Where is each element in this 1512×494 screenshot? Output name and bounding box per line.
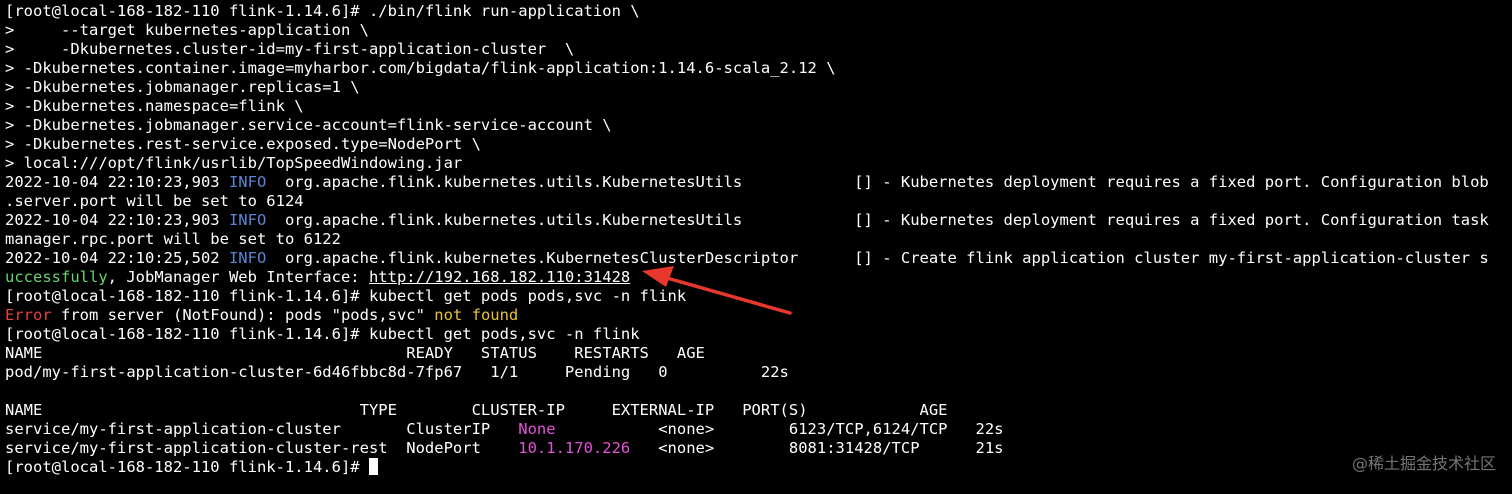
terminal-line: > --target kubernetes-application \ xyxy=(5,21,1512,40)
watermark: @稀土掘金技术社区 xyxy=(1351,454,1496,473)
terminal-line: [root@local-168-182-110 flink-1.14.6]# k… xyxy=(5,325,1512,344)
terminal-text: org.apache.flink.kubernetes.KubernetesCl… xyxy=(266,249,1489,267)
terminal-line: 2022-10-04 22:10:25,502 INFO org.apache.… xyxy=(5,249,1512,268)
terminal-text: [root@local-168-182-110 flink-1.14.6]# .… xyxy=(5,2,640,20)
terminal-text: INFO xyxy=(228,249,267,267)
terminal-text: from server (NotFound): pods "pods,svc" xyxy=(51,306,435,324)
terminal-line: [root@local-168-182-110 flink-1.14.6]# k… xyxy=(5,287,1512,306)
terminal-text: org.apache.flink.kubernetes.utils.Kubern… xyxy=(266,211,1489,229)
terminal-line: 2022-10-04 22:10:23,903 INFO org.apache.… xyxy=(5,211,1512,230)
terminal-line: uccessfully, JobManager Web Interface: h… xyxy=(5,268,1512,287)
terminal-line: NAME READY STATUS RESTARTS AGE xyxy=(5,344,1512,363)
terminal-text: [root@local-168-182-110 flink-1.14.6]# k… xyxy=(5,325,640,343)
terminal-text: service/my-first-application-cluster-res… xyxy=(5,439,519,457)
terminal-line: NAME TYPE CLUSTER-IP EXTERNAL-IP PORT(S)… xyxy=(5,401,1512,420)
terminal-text: INFO xyxy=(228,211,267,229)
terminal-line: service/my-first-application-cluster-res… xyxy=(5,439,1512,458)
terminal-window[interactable]: [root@local-168-182-110 flink-1.14.6]# .… xyxy=(5,2,1512,492)
terminal-text: 10.1.170.226 xyxy=(518,439,631,457)
terminal-text: 2022-10-04 22:10:23,903 xyxy=(5,211,229,229)
terminal-line: pod/my-first-application-cluster-6d46fbb… xyxy=(5,363,1512,382)
terminal-line: [root@local-168-182-110 flink-1.14.6]# xyxy=(5,458,1512,477)
terminal-text: 2022-10-04 22:10:25,502 xyxy=(5,249,229,267)
terminal-line: > -Dkubernetes.jobmanager.replicas=1 \ xyxy=(5,78,1512,97)
terminal-text: <none> 8081:31428/TCP 21s xyxy=(630,439,1004,457)
terminal-text: > -Dkubernetes.jobmanager.service-accoun… xyxy=(5,116,612,134)
terminal-text: > -Dkubernetes.cluster-id=my-first-appli… xyxy=(5,40,575,58)
terminal-text: NAME TYPE CLUSTER-IP EXTERNAL-IP PORT(S)… xyxy=(5,401,948,419)
terminal-text: service/my-first-application-cluster Clu… xyxy=(5,420,519,438)
terminal-text: org.apache.flink.kubernetes.utils.Kubern… xyxy=(266,173,1489,191)
terminal-text: None xyxy=(518,420,556,438)
terminal-text: > --target kubernetes-application \ xyxy=(5,21,369,39)
terminal-text: NAME READY STATUS RESTARTS AGE xyxy=(5,344,705,362)
terminal-text: pod/my-first-application-cluster-6d46fbb… xyxy=(5,363,789,381)
terminal-text: > -Dkubernetes.jobmanager.replicas=1 \ xyxy=(5,78,360,96)
web-interface-link[interactable]: http://192.168.182.110:31428 xyxy=(369,268,630,286)
terminal-line: > -Dkubernetes.namespace=flink \ xyxy=(5,97,1512,116)
terminal-text: INFO xyxy=(228,173,267,191)
terminal-text: , JobManager Web Interface: xyxy=(107,268,369,286)
terminal-text: not found xyxy=(434,306,519,324)
terminal-line: Error from server (NotFound): pods "pods… xyxy=(5,306,1512,325)
terminal-line: > local:///opt/flink/usrlib/TopSpeedWind… xyxy=(5,154,1512,173)
terminal-line: 2022-10-04 22:10:23,903 INFO org.apache.… xyxy=(5,173,1512,192)
terminal-line: > -Dkubernetes.container.image=myharbor.… xyxy=(5,59,1512,78)
terminal-text: 2022-10-04 22:10:23,903 xyxy=(5,173,229,191)
terminal-line: > -Dkubernetes.cluster-id=my-first-appli… xyxy=(5,40,1512,59)
terminal-text: [root@local-168-182-110 flink-1.14.6]# k… xyxy=(5,287,687,305)
terminal-line: > -Dkubernetes.jobmanager.service-accoun… xyxy=(5,116,1512,135)
terminal-text: Error xyxy=(5,306,52,324)
terminal-text: > local:///opt/flink/usrlib/TopSpeedWind… xyxy=(5,154,463,172)
terminal-line: service/my-first-application-cluster Clu… xyxy=(5,420,1512,439)
terminal-text: [root@local-168-182-110 flink-1.14.6]# xyxy=(5,458,369,476)
terminal-text: > -Dkubernetes.namespace=flink \ xyxy=(5,97,304,115)
cursor[interactable] xyxy=(368,458,378,475)
terminal-line: .server.port will be set to 6124 xyxy=(5,192,1512,211)
terminal-line: [root@local-168-182-110 flink-1.14.6]# .… xyxy=(5,2,1512,21)
terminal-line: manager.rpc.port will be set to 6122 xyxy=(5,230,1512,249)
terminal-text: manager.rpc.port will be set to 6122 xyxy=(5,230,341,248)
terminal-text: <none> 6123/TCP,6124/TCP 22s xyxy=(555,420,1004,438)
terminal-text: uccessfully xyxy=(5,268,108,286)
terminal-text: > -Dkubernetes.container.image=myharbor.… xyxy=(5,59,836,77)
terminal-text: .server.port will be set to 6124 xyxy=(5,192,304,210)
terminal-line: > -Dkubernetes.rest-service.exposed.type… xyxy=(5,135,1512,154)
terminal-text: > -Dkubernetes.rest-service.exposed.type… xyxy=(5,135,481,153)
